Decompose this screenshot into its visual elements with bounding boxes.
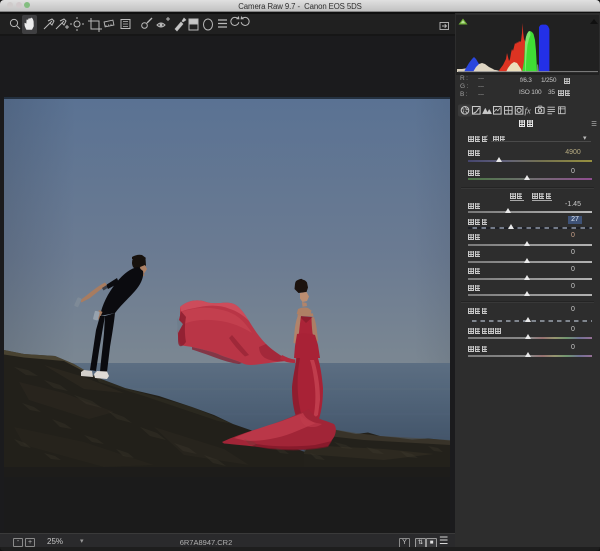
svg-text:fx: fx xyxy=(525,106,531,116)
